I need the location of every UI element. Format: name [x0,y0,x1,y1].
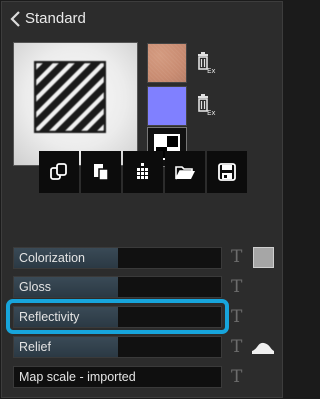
colorization-color-swatch[interactable] [253,247,274,268]
save-button[interactable] [207,151,247,193]
copy-button[interactable] [39,151,79,193]
gloss-label: Gloss [19,280,51,294]
relief-label: Relief [19,340,51,354]
diffuse-map-swatch[interactable] [147,43,187,83]
page-title: Standard [25,10,86,27]
delete-normal-map-icon[interactable]: Ex [192,92,216,117]
reflectivity-label: Reflectivity [19,310,80,324]
map-scale-label: Map scale - imported [19,370,136,384]
paste-icon [94,164,109,181]
gloss-slider[interactable]: Gloss [13,276,222,298]
colorization-label: Colorization [19,251,86,265]
delete-label: Ex [207,109,216,116]
material-panel: Standard Ex Ex Colorization T Gloss T Re… [1,1,283,398]
map-scale-field[interactable]: Map scale - imported [13,366,222,388]
delete-diffuse-map-icon[interactable]: Ex [192,50,216,75]
copy-icon [50,163,67,180]
colorization-slider[interactable]: Colorization [13,247,222,269]
header: Standard [2,2,282,36]
material-toolbar [39,151,247,193]
stripes-preview-icon [34,61,106,133]
relief-slider[interactable]: Relief [13,336,222,358]
paste-button[interactable] [81,151,121,193]
gloss-texture-icon[interactable]: T [231,277,245,297]
material-preview [13,42,138,166]
back-arrow-icon[interactable] [9,10,23,28]
folder-open-icon [175,166,195,180]
colorization-texture-icon[interactable]: T [231,247,245,267]
relief-texture-icon[interactable]: T [231,337,245,357]
save-icon [218,163,236,181]
normal-map-swatch[interactable] [147,86,187,126]
reflectivity-slider[interactable]: Reflectivity [13,306,222,328]
pixels-button[interactable] [123,151,163,193]
pixels-icon [137,163,148,179]
relief-bump-icon[interactable] [251,341,275,355]
map-scale-texture-icon[interactable]: T [231,367,245,387]
delete-label: Ex [207,67,216,74]
open-folder-button[interactable] [165,151,205,193]
reflectivity-texture-icon[interactable]: T [231,307,245,327]
